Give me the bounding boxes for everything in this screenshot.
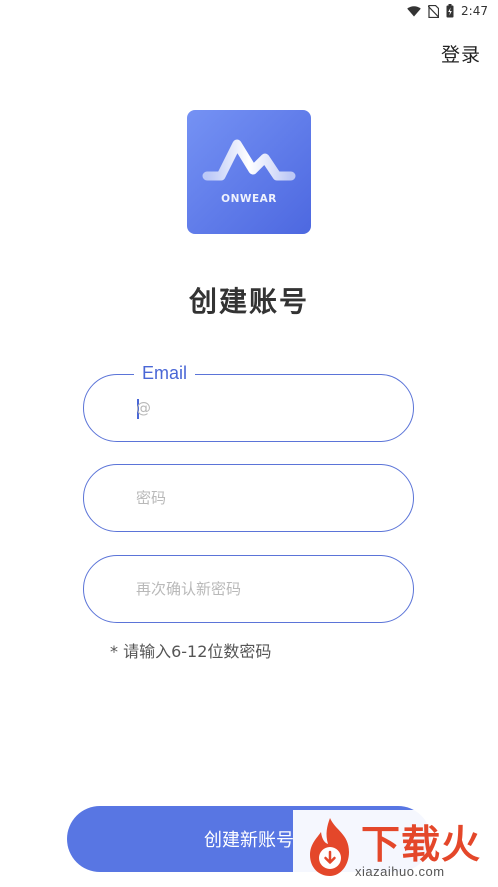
login-link[interactable]: 登录 <box>441 40 481 67</box>
status-time: 2:47 <box>461 4 488 18</box>
app-logo: ONWEAR <box>187 110 311 234</box>
wifi-icon <box>407 5 421 17</box>
logo-text: ONWEAR <box>221 193 277 205</box>
flame-logo-icon <box>310 818 349 876</box>
watermark-brand: 下载火 <box>361 823 482 868</box>
page-title: 创建账号 <box>188 285 309 318</box>
email-input[interactable] <box>136 375 386 441</box>
email-field[interactable]: Email <box>83 363 414 442</box>
confirm-password-field[interactable] <box>83 555 414 623</box>
logo-graphic <box>187 110 311 234</box>
password-hint: * 请输入6-12位数密码 <box>110 642 272 661</box>
password-field[interactable] <box>83 464 414 532</box>
confirm-password-input[interactable] <box>136 556 386 622</box>
no-sim-icon <box>428 4 440 18</box>
watermark: 下载火 xiazaihuo.com <box>293 810 498 887</box>
battery-charging-icon <box>446 4 454 18</box>
status-bar: 2:47 <box>0 0 498 22</box>
watermark-url: xiazaihuo.com <box>355 864 445 879</box>
password-input[interactable] <box>136 465 386 531</box>
